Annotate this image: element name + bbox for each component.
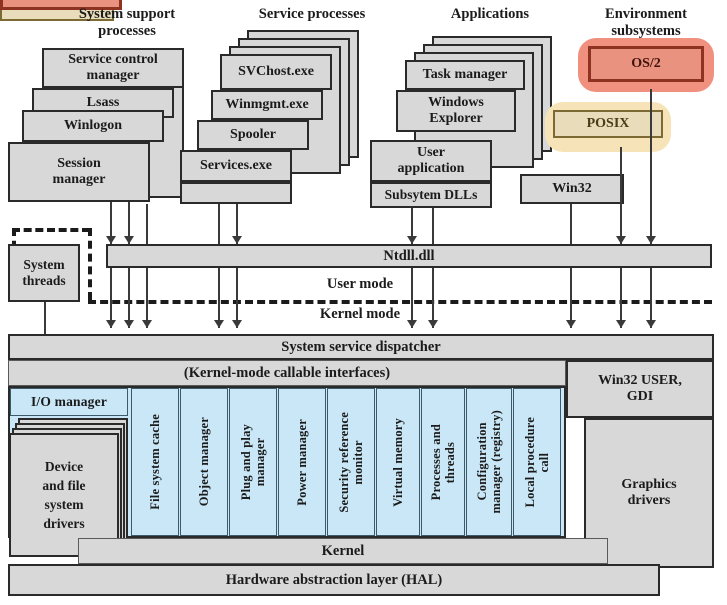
executive-column-plug-and-play-manager[interactable]: Plug and play manager [229, 388, 277, 536]
connector-arrow-services-c [232, 236, 242, 244]
executive-column-label: Configuration manager (registry) [475, 410, 503, 514]
executive-column-virtual-memory[interactable]: Virtual memory [376, 388, 420, 536]
connector-session-through-a [110, 268, 113, 328]
connector-arrow-session-a [106, 236, 116, 244]
connector-arrow-win32 [566, 320, 576, 328]
win32-user-gdi-box[interactable]: Win32 USER, GDI [566, 360, 714, 418]
system-service-dispatcher-bar[interactable]: System service dispatcher [8, 334, 714, 360]
connector-posix [620, 147, 623, 244]
executive-column-configuration-manager[interactable]: Configuration manager (registry) [466, 388, 512, 536]
executive-column-processes-and-threads[interactable]: Processes and threads [421, 388, 465, 536]
connector-arrow-session-through-a [106, 320, 116, 328]
connector-arrow-services-d [232, 320, 242, 328]
connector-arrow-posix-2 [616, 320, 626, 328]
executive-column-file-system-cache[interactable]: File system cache [131, 388, 179, 536]
group-title-system-support-processes: System support processes [78, 6, 176, 39]
process-box-svchost[interactable]: SVChost.exe [220, 54, 332, 90]
process-box-service-control-manager[interactable]: Service control manager [42, 48, 184, 88]
user-kernel-dashed-right [88, 228, 92, 300]
kernel-mode-callable-interfaces-bar[interactable]: (Kernel-mode callable interfaces) [8, 360, 566, 386]
process-box-services-exe[interactable]: Services.exe [180, 150, 292, 182]
connector-arrow-services-b [214, 320, 224, 328]
connector-posix-2 [620, 268, 623, 328]
connector-arrow-os2-2 [646, 320, 656, 328]
process-box-session-manager[interactable]: Session manager [8, 142, 150, 202]
connector-arrow-services-a [142, 320, 152, 328]
connector-arrow-dlls-a [407, 236, 417, 244]
connector-session-through-b [128, 268, 131, 328]
subsystem-box-posix[interactable]: POSIX [553, 110, 663, 138]
kernel-mode-label: Kernel mode [319, 306, 401, 322]
executive-column-label: Security reference monitor [337, 411, 365, 513]
executive-io-manager[interactable]: I/O manager [10, 388, 128, 416]
subsystem-box-os2[interactable]: OS/2 [588, 46, 704, 82]
executive-column-label: Plug and play manager [239, 423, 267, 501]
process-box-winlogon[interactable]: Winlogon [22, 110, 164, 142]
user-kernel-dashed-main [88, 300, 712, 304]
group-title-service-processes: Service processes [258, 6, 366, 22]
connector-os2 [650, 89, 653, 244]
executive-column-label: Power manager [295, 418, 309, 506]
process-box-winmgmt[interactable]: Winmgmt.exe [211, 90, 323, 120]
executive-io-manager-label: I/O manager [30, 394, 108, 409]
connector-arrow-session-through-b [124, 320, 134, 328]
application-box-subsystem-dlls[interactable]: Subsytem DLLs [370, 182, 492, 208]
process-box-spooler[interactable]: Spooler [197, 120, 309, 150]
application-box-user-application[interactable]: User application [370, 140, 492, 182]
connector-os2-2 [650, 268, 653, 328]
executive-column-power-manager[interactable]: Power manager [278, 388, 326, 536]
executive-column-label: Virtual memory [391, 417, 405, 507]
executive-column-label: Object manager [197, 417, 211, 507]
ntdll-bar[interactable]: Ntdll.dll [106, 244, 712, 268]
executive-column-label: Processes and threads [429, 423, 457, 501]
executive-column-security-reference-monitor[interactable]: Security reference monitor [327, 388, 375, 536]
executive-column-object-manager[interactable]: Object manager [180, 388, 228, 536]
application-box-windows-explorer[interactable]: Windows Explorer [396, 90, 516, 132]
connector-arrow-session-b [124, 236, 134, 244]
connector-arrow-os2 [646, 236, 656, 244]
subsystem-box-win32[interactable]: Win32 [520, 174, 624, 204]
executive-column-local-procedure-call[interactable]: Local procedure call [513, 388, 561, 536]
user-kernel-dashed-top [12, 228, 90, 232]
system-threads-box[interactable]: System threads [8, 244, 80, 302]
service-stack-foot [180, 182, 292, 204]
connector-services-d [236, 268, 239, 328]
kernel-bar[interactable]: Kernel [78, 538, 608, 564]
connector-arrow-posix [616, 236, 626, 244]
user-mode-label: User mode [326, 276, 394, 292]
architecture-diagram: System support processes Service process… [0, 0, 727, 605]
group-title-environment-subsystems: Environment subsystems [605, 6, 687, 39]
hal-bar[interactable]: Hardware abstraction layer (HAL) [8, 564, 660, 596]
group-title-applications: Applications [450, 6, 530, 22]
application-box-task-manager[interactable]: Task manager [405, 60, 525, 90]
executive-column-label: Local procedure call [523, 416, 551, 508]
executive-column-label: File system cache [148, 414, 162, 510]
